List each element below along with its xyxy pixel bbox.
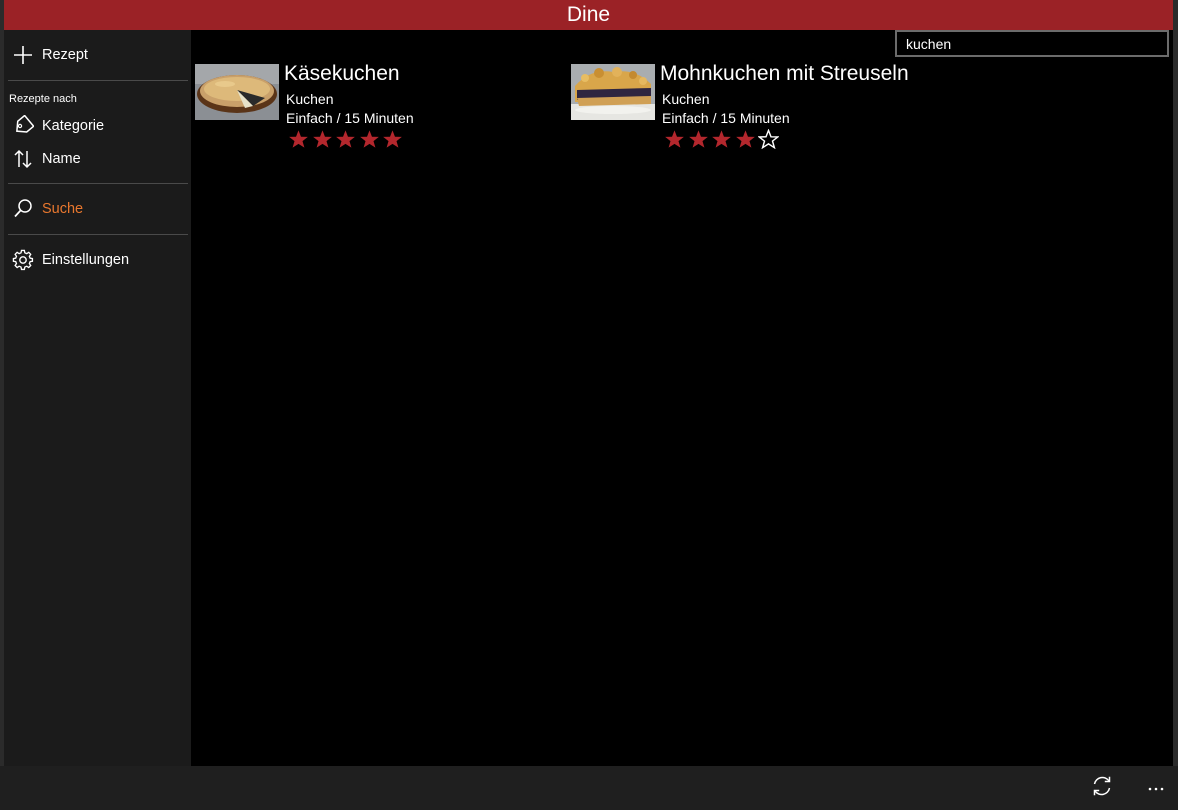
recipe-category: Kuchen xyxy=(286,91,334,107)
sidebar-item-label: Suche xyxy=(42,201,84,217)
star-filled-icon xyxy=(381,128,405,150)
recipe-category: Kuchen xyxy=(662,91,710,107)
recipe-thumbnail xyxy=(571,64,655,120)
star-filled-icon xyxy=(358,128,382,150)
star-filled-icon xyxy=(710,128,734,150)
recipe-card[interactable]: Käsekuchen Kuchen Einfach / 15 Minuten xyxy=(195,62,555,152)
sidebar-divider xyxy=(8,183,188,184)
star-filled-icon xyxy=(311,128,335,150)
gear-icon xyxy=(12,249,34,271)
sidebar-item-einstellungen[interactable]: Einstellungen xyxy=(8,245,188,275)
sidebar-item-label: Kategorie xyxy=(42,118,105,134)
tag-icon xyxy=(12,115,34,137)
new-recipe-button[interactable]: Rezept xyxy=(8,40,188,70)
sidebar-item-kategorie[interactable]: Kategorie xyxy=(8,111,188,141)
sidebar-divider xyxy=(8,80,188,81)
title-bar: Dine xyxy=(4,0,1173,30)
sidebar-item-suche[interactable]: Suche xyxy=(8,194,188,224)
sidebar-divider xyxy=(8,234,188,235)
search-icon xyxy=(12,198,34,220)
sync-button[interactable] xyxy=(1080,766,1124,810)
star-filled-icon xyxy=(334,128,358,150)
new-recipe-label: Rezept xyxy=(42,47,88,63)
app-bar xyxy=(0,766,1178,810)
app-title: Dine xyxy=(566,3,611,26)
plus-icon xyxy=(12,44,34,66)
recipe-card[interactable]: Mohnkuchen mit Streuseln Kuchen Einfach … xyxy=(571,62,931,152)
sidebar-item-label: Name xyxy=(42,151,81,167)
rating-stars xyxy=(663,128,781,150)
star-filled-icon xyxy=(663,128,687,150)
sidebar: Rezept Rezepte nach Kategorie Name Suche… xyxy=(4,30,191,766)
section-label: Rezepte nach xyxy=(9,93,77,105)
star-empty-icon xyxy=(757,128,781,150)
sync-icon xyxy=(1091,775,1113,802)
recipe-meta: Einfach / 15 Minuten xyxy=(286,110,414,126)
star-filled-icon xyxy=(287,128,311,150)
star-filled-icon xyxy=(687,128,711,150)
recipe-thumbnail xyxy=(195,64,279,120)
recipe-meta: Einfach / 15 Minuten xyxy=(662,110,790,126)
sidebar-item-label: Einstellungen xyxy=(42,252,130,268)
star-filled-icon xyxy=(734,128,758,150)
window-right-border xyxy=(1173,0,1178,766)
sidebar-item-name[interactable]: Name xyxy=(8,144,188,174)
recipe-title: Käsekuchen xyxy=(284,62,400,85)
more-icon xyxy=(1147,779,1165,797)
search-input[interactable] xyxy=(895,30,1169,57)
sort-icon xyxy=(12,148,34,170)
more-button[interactable] xyxy=(1134,766,1178,810)
recipe-title: Mohnkuchen mit Streuseln xyxy=(660,62,909,85)
rating-stars xyxy=(287,128,405,150)
